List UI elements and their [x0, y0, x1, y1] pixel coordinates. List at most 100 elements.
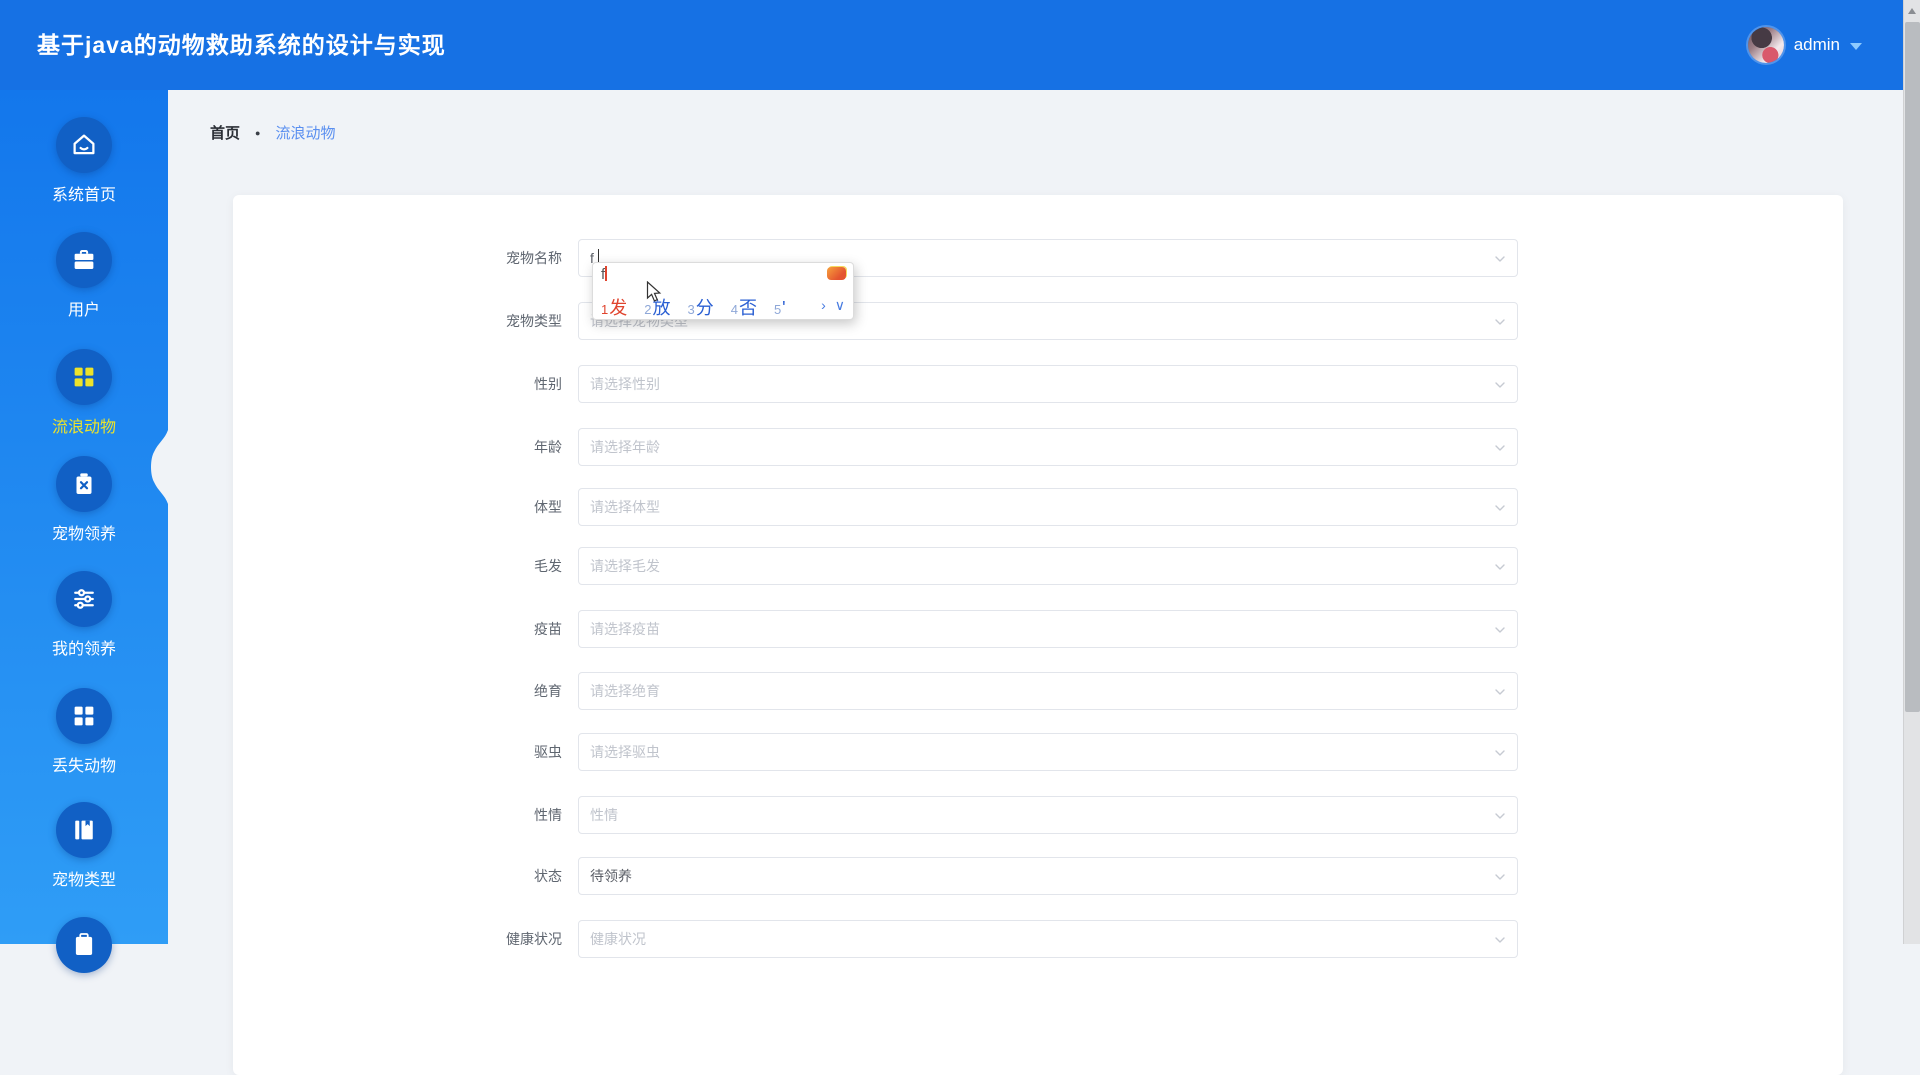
ime-candidate-text: 发: [609, 298, 628, 318]
sidebar-item-label: 我的领养: [51, 641, 116, 658]
ime-nav: › ∨: [821, 297, 845, 314]
ime-candidate-text: 否: [738, 298, 757, 318]
body-size-select[interactable]: 请选择体型: [578, 488, 1518, 526]
breadcrumb-separator: ●: [255, 127, 261, 138]
status-select[interactable]: 待领养: [578, 857, 1518, 895]
briefcase-icon: [69, 245, 99, 275]
page-title: 基于java的动物救助系统的设计与实现: [37, 32, 446, 58]
neutered-label: 绝育: [534, 683, 562, 699]
home-icon: [69, 130, 99, 160]
chevron-down-icon: [1495, 564, 1505, 570]
fur-value: 请选择毛发: [590, 558, 660, 574]
username: admin: [1793, 35, 1840, 54]
sidebar-item-label: 流浪动物: [51, 419, 116, 436]
sidebar-item-label: 宠物领养: [51, 526, 116, 543]
mouse-cursor-icon: [646, 281, 662, 302]
gender-label: 性别: [534, 376, 562, 392]
scroll-up-icon[interactable]: [1908, 8, 1916, 14]
temperament-label: 性情: [534, 807, 562, 823]
neutered-select[interactable]: 请选择绝育: [578, 672, 1518, 710]
chevron-down-icon: [1850, 42, 1862, 50]
sidebar-item-partial[interactable]: [0, 917, 168, 981]
ime-candidate-list: 1发 2放 3分 4否 5': [593, 292, 853, 320]
age-select[interactable]: 请选择年龄: [578, 428, 1518, 466]
form-row: 毛发 请选择毛发: [233, 547, 1843, 585]
chevron-down-icon: [1495, 813, 1505, 819]
scrollbar[interactable]: [1903, 0, 1920, 944]
ime-candidate-index: 3: [687, 302, 695, 317]
form-row: 健康状况 健康状况: [233, 920, 1843, 958]
chevron-down-icon: [1495, 937, 1505, 943]
breadcrumb-current[interactable]: 流浪动物: [275, 122, 335, 143]
sidebar-item-label: 丢失动物: [51, 758, 116, 775]
fur-select[interactable]: 请选择毛发: [578, 547, 1518, 585]
form-row: 宠物名称 f: [233, 239, 1843, 277]
temperament-value: 性情: [590, 807, 618, 823]
sidebar-item-my-adopt[interactable]: 我的领养: [0, 571, 168, 659]
sidebar-item-lost[interactable]: 丢失动物: [0, 688, 168, 776]
chevron-down-icon: [1495, 689, 1505, 695]
ime-candidate-text: 分: [695, 298, 714, 318]
temperament-input[interactable]: 性情: [578, 796, 1518, 834]
sidebar-item-adoption[interactable]: 宠物领养: [0, 456, 168, 544]
ime-candidate[interactable]: 1发: [601, 294, 627, 320]
fur-label: 毛发: [534, 558, 562, 574]
clipboard-icon: [69, 930, 99, 960]
deworm-label: 驱虫: [534, 744, 562, 760]
chevron-down-icon: [1495, 256, 1505, 262]
deworm-select[interactable]: 请选择驱虫: [578, 733, 1518, 771]
vaccine-select[interactable]: 请选择疫苗: [578, 610, 1518, 648]
sidebar-item-stray[interactable]: 流浪动物: [0, 349, 168, 437]
form-row: 性别 请选择性别: [233, 365, 1843, 403]
sidebar-item-pet-type[interactable]: 宠物类型: [0, 802, 168, 890]
chevron-down-icon: [1495, 319, 1505, 325]
ime-candidate[interactable]: 4否: [731, 294, 757, 320]
form-row: 绝育 请选择绝育: [233, 672, 1843, 710]
chevron-down-icon: [1495, 627, 1505, 633]
chevron-down-icon: [1495, 382, 1505, 388]
gender-value: 请选择性别: [590, 376, 660, 392]
sliders-icon: [69, 584, 99, 614]
chevron-down-icon: [1495, 874, 1505, 880]
breadcrumb: 首页 ● 流浪动物: [210, 122, 335, 143]
grid-icon: [69, 362, 99, 392]
book-icon: [69, 815, 99, 845]
health-label: 健康状况: [506, 931, 562, 947]
pet-type-label: 宠物类型: [506, 313, 562, 329]
status-label: 状态: [534, 868, 562, 884]
pet-name-label: 宠物名称: [506, 250, 562, 266]
sidebar-item-users[interactable]: 用户: [0, 232, 168, 320]
gender-select[interactable]: 请选择性别: [578, 365, 1518, 403]
sidebar: 系统首页 用户 流浪动物 宠物领养 我的领养 丢失动物 宠物类型: [0, 90, 168, 973]
neutered-value: 请选择绝育: [590, 683, 660, 699]
age-value: 请选择年龄: [590, 439, 660, 455]
age-label: 年龄: [534, 439, 562, 455]
deworm-value: 请选择驱虫: [590, 744, 660, 760]
ime-caret: [605, 266, 608, 281]
status-value: 待领养: [590, 868, 632, 884]
ime-candidate-index: 1: [601, 302, 609, 317]
vaccine-label: 疫苗: [534, 621, 562, 637]
sidebar-item-home[interactable]: 系统首页: [0, 117, 168, 205]
breadcrumb-home[interactable]: 首页: [210, 122, 240, 143]
topbar: 基于java的动物救助系统的设计与实现 admin: [0, 0, 1920, 90]
ime-next-page-icon[interactable]: ›: [821, 297, 826, 314]
grid-icon: [69, 701, 99, 731]
ime-candidate[interactable]: 3分: [687, 294, 713, 320]
chevron-down-icon: [1495, 445, 1505, 451]
ime-skin-icon[interactable]: [827, 267, 846, 280]
chevron-down-icon: [1495, 505, 1505, 511]
user-menu[interactable]: admin: [1747, 0, 1862, 90]
form-row: 状态 待领养: [233, 857, 1843, 895]
ime-candidate[interactable]: 5': [774, 298, 786, 319]
vaccine-value: 请选择疫苗: [590, 621, 660, 637]
health-input[interactable]: 健康状况: [578, 920, 1518, 958]
ime-expand-icon[interactable]: ∨: [835, 297, 845, 314]
avatar[interactable]: [1747, 27, 1784, 63]
scrollbar-thumb[interactable]: [1905, 22, 1920, 712]
body-size-value: 请选择体型: [590, 499, 660, 515]
form-row: 驱虫 请选择驱虫: [233, 733, 1843, 771]
active-item-notch: [151, 430, 168, 504]
main-content: 首页 ● 流浪动物 宠物名称 f 宠物类型 请选择宠物类型 性别 请选择性别 年…: [168, 90, 1920, 1075]
sidebar-item-label: 系统首页: [51, 187, 116, 204]
